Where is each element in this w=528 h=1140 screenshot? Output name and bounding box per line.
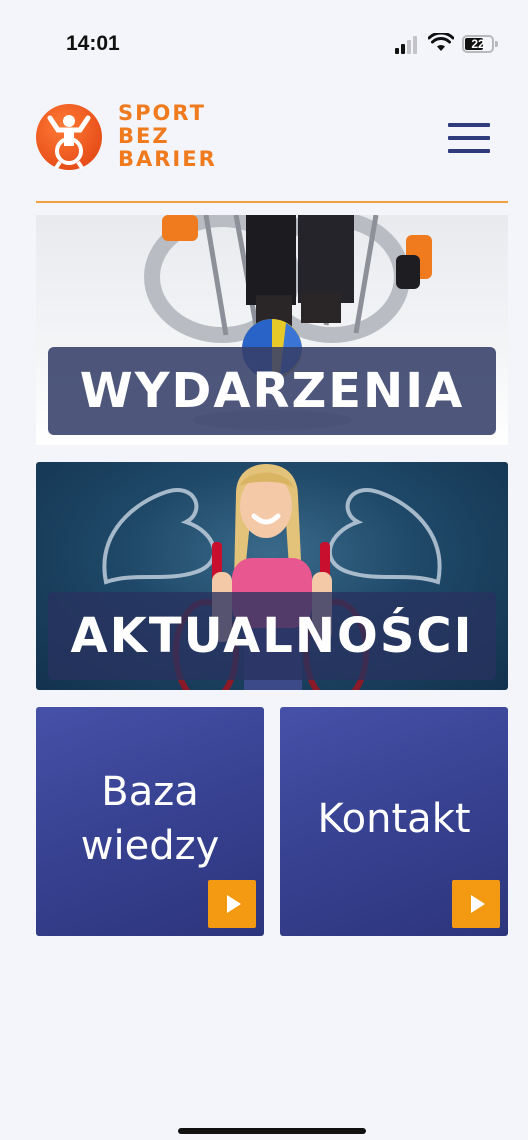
battery-level: 22 <box>471 37 485 51</box>
news-label: AKTUALNOŚCI <box>70 608 474 664</box>
contact-label-line-1: Kontakt <box>317 795 471 842</box>
status-time: 14:01 <box>66 32 120 55</box>
home-indicator[interactable] <box>178 1128 366 1134</box>
knowledge-base-button[interactable]: Baza wiedzy <box>36 707 264 936</box>
wifi-icon <box>427 31 455 53</box>
knowledge-base-label-line-1: Baza <box>101 768 199 815</box>
events-label-band: WYDARZENIA <box>48 347 496 435</box>
logo-line-1: SPORT <box>118 101 206 125</box>
signal-icon <box>395 36 421 54</box>
contact-label: Kontakt <box>317 792 470 846</box>
athlete-wheelchair-icon[interactable] <box>36 104 102 170</box>
hamburger-menu-icon[interactable] <box>448 123 490 153</box>
status-bar: 14:01 22 <box>0 0 528 90</box>
contact-button[interactable]: Kontakt <box>280 707 508 936</box>
header-divider <box>36 201 508 203</box>
logo-line-2: BEZ <box>118 124 170 148</box>
logo-line-3: BARIER <box>118 147 217 171</box>
events-tile[interactable]: WYDARZENIA <box>36 215 508 445</box>
site-header: SPORT BEZ BARIER <box>0 90 528 204</box>
news-label-band: AKTUALNOŚCI <box>48 592 496 680</box>
knowledge-base-label: Baza wiedzy <box>81 765 220 873</box>
battery-icon: 22 <box>462 35 494 53</box>
play-arrow-icon[interactable] <box>208 880 256 928</box>
news-tile[interactable]: AKTUALNOŚCI <box>36 462 508 690</box>
logo-wordmark[interactable]: SPORT BEZ BARIER <box>118 102 217 171</box>
play-arrow-icon[interactable] <box>452 880 500 928</box>
knowledge-base-label-line-2: wiedzy <box>80 822 220 869</box>
events-label: WYDARZENIA <box>79 363 465 419</box>
